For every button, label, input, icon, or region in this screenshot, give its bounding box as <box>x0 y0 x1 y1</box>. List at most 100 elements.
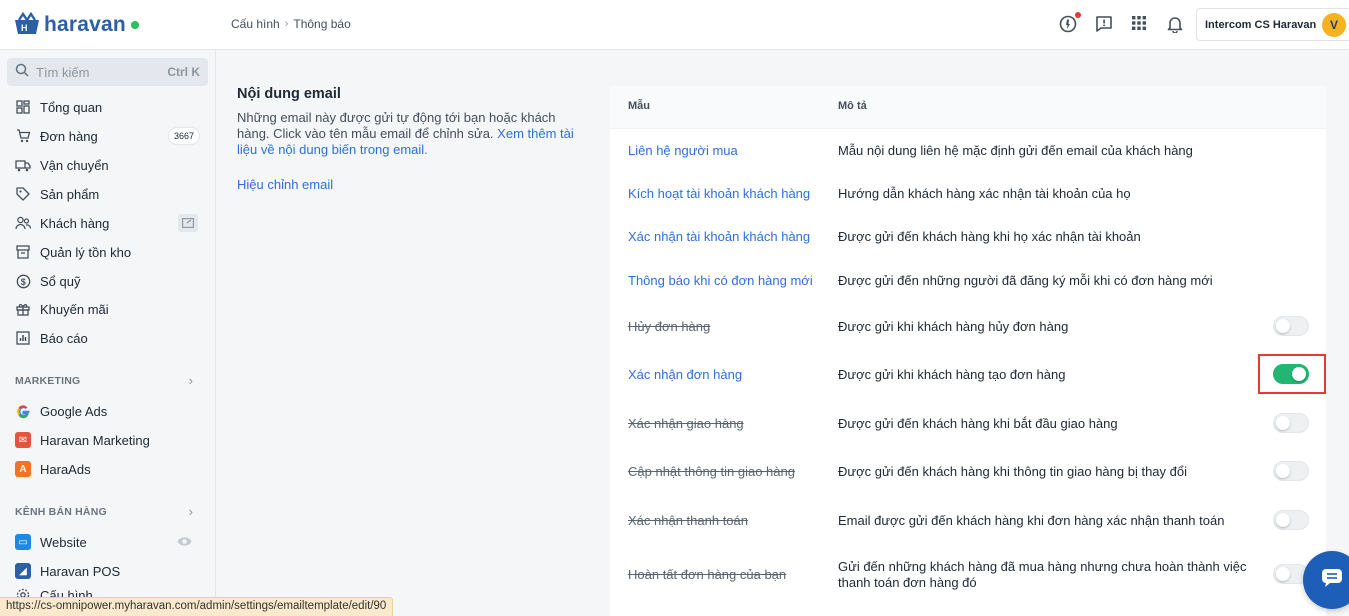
sidebar-item-cashbook[interactable]: $ Sổ quỹ <box>0 269 216 293</box>
template-link-shipping-update[interactable]: Cập nhật thông tin giao hàng <box>628 464 795 479</box>
sidebar-item-inventory[interactable]: Quản lý tồn kho <box>0 240 216 264</box>
breadcrumb: Cấu hình › Thông báo <box>231 17 351 31</box>
sidebar-item-overview[interactable]: Tổng quan <box>0 95 216 119</box>
sidebar-item-label: Vận chuyển <box>40 157 109 173</box>
sidebar-item-label: Website <box>40 534 87 550</box>
support-icon[interactable] <box>1059 12 1081 35</box>
template-link-contact-buyer[interactable]: Liên hệ người mua <box>628 143 738 158</box>
highlight-box <box>1258 354 1326 394</box>
online-status-dot <box>130 21 139 29</box>
gift-icon <box>15 301 31 317</box>
orders-count-badge: 3667 <box>167 127 200 145</box>
sidebar-item-google-ads[interactable]: Google Ads <box>0 399 216 423</box>
sidebar-item-shipping[interactable]: Vận chuyển <box>0 153 216 177</box>
template-description: Được gửi khi khách hàng tạo đơn hàng <box>838 367 1066 382</box>
chevron-right-icon[interactable]: › <box>189 373 193 388</box>
section-description: Những email này được gửi tự động tới bạn… <box>237 110 587 158</box>
sidebar-item-label: Sản phẩm <box>40 186 100 202</box>
sidebar-item-haravan-pos[interactable]: ◢ Haravan POS <box>0 559 216 583</box>
avatar: V <box>1322 13 1346 37</box>
cash-icon: $ <box>15 273 31 289</box>
table-header: Mẫu Mô tả <box>610 86 1326 129</box>
marketing-section-label: MARKETING <box>15 375 81 387</box>
sidebar-item-label: Sổ quỹ <box>40 273 81 289</box>
toggle-knob <box>1276 567 1290 581</box>
template-toggle[interactable] <box>1273 510 1309 530</box>
template-link-shipping-confirmation[interactable]: Xác nhận giao hàng <box>628 416 744 431</box>
haravan-logo[interactable]: H haravan <box>13 11 139 38</box>
sales-channels-section-label: KÊNH BÁN HÀNG <box>15 506 107 518</box>
template-link-order-confirmation[interactable]: Xác nhận đơn hàng <box>628 367 742 382</box>
template-toggle[interactable] <box>1273 316 1309 336</box>
sidebar-item-label: Tổng quan <box>40 99 103 115</box>
column-header-description: Mô tả <box>838 100 867 112</box>
sidebar-item-label: Khách hàng <box>40 215 110 231</box>
toggle-knob <box>1276 416 1290 430</box>
sidebar-item-orders[interactable]: Đơn hàng 3667 <box>0 124 216 148</box>
eye-icon[interactable] <box>177 535 192 551</box>
apps-grid-icon[interactable] <box>1131 15 1151 35</box>
template-link-abandoned-checkout[interactable]: Hoàn tất đơn hàng của bạn <box>628 567 786 582</box>
sidebar-item-customers[interactable]: Khách hàng <box>0 211 216 235</box>
search-icon <box>15 63 29 82</box>
external-window-icon[interactable] <box>178 214 198 232</box>
section-title: Nội dung email <box>237 86 341 102</box>
pos-icon: ◢ <box>15 563 31 579</box>
toggle-knob <box>1276 319 1290 333</box>
sidebar-item-haravan-marketing[interactable]: ✉ Haravan Marketing <box>0 428 216 452</box>
template-link-activate-account[interactable]: Kích hoạt tài khoản khách hàng <box>628 186 810 201</box>
breadcrumb-current: Thông báo <box>293 17 351 31</box>
template-description: Được gửi đến những người đã đăng ký mỗi … <box>838 273 1213 288</box>
sidebar-item-label: Đơn hàng <box>40 128 98 144</box>
svg-text:$: $ <box>20 277 25 287</box>
template-link-confirm-account[interactable]: Xác nhận tài khoản khách hàng <box>628 229 810 244</box>
template-link-cancel-order[interactable]: Hủy đơn hàng <box>628 319 710 334</box>
search-input[interactable]: Tìm kiếm Ctrl K <box>7 58 208 86</box>
sidebar-item-label: Báo cáo <box>40 330 88 346</box>
brand-name: haravan <box>44 13 126 36</box>
sidebar-item-website[interactable]: ▭ Website <box>0 530 216 554</box>
breadcrumb-separator: › <box>284 18 289 30</box>
search-placeholder: Tìm kiếm <box>36 64 90 80</box>
svg-text:H: H <box>21 23 28 33</box>
template-description: Được gửi đến khách hàng khi thông tin gi… <box>838 464 1187 479</box>
template-description: Được gửi khi khách hàng hủy đơn hàng <box>838 319 1069 334</box>
template-link-new-order-notice[interactable]: Thông báo khi có đơn hàng mới <box>628 273 813 288</box>
template-toggle[interactable] <box>1273 461 1309 481</box>
user-menu[interactable]: Intercom CS Haravan V <box>1196 8 1349 41</box>
chart-icon <box>15 330 31 346</box>
bell-icon[interactable] <box>1167 15 1187 35</box>
sidebar-item-label: Haravan POS <box>40 563 121 579</box>
chat-feedback-icon[interactable] <box>1095 15 1115 35</box>
chevron-right-icon[interactable]: › <box>189 504 193 519</box>
user-name: Intercom CS Haravan <box>1205 18 1317 31</box>
sidebar-item-label: Haravan Marketing <box>40 432 150 448</box>
google-icon <box>15 403 31 419</box>
breadcrumb-parent[interactable]: Cấu hình <box>231 17 280 31</box>
edit-email-link[interactable]: Hiệu chỉnh email <box>237 177 333 192</box>
template-description: Được gửi đến khách hàng khi bắt đầu giao… <box>838 416 1118 431</box>
toggle-knob <box>1276 513 1290 527</box>
sidebar-item-label: HaraAds <box>40 461 91 477</box>
sidebar: Tìm kiếm Ctrl K Tổng quan Đơn hàng 3667 … <box>0 50 216 616</box>
column-header-template: Mẫu <box>628 100 650 112</box>
sidebar-item-reports[interactable]: Báo cáo <box>0 326 216 350</box>
toggle-knob <box>1276 464 1290 478</box>
template-description: Được gửi đến khách hàng khi họ xác nhận … <box>838 229 1141 244</box>
sidebar-item-promotions[interactable]: Khuyến mãi <box>0 297 216 321</box>
sidebar-item-haraads[interactable]: A HaraAds <box>0 457 216 481</box>
template-toggle[interactable] <box>1273 413 1309 433</box>
users-icon <box>15 215 31 231</box>
haraads-icon: A <box>15 461 31 477</box>
notification-dot <box>1075 12 1081 18</box>
top-bar: H haravan Cấu hình › Thông báo Intercom … <box>0 0 1349 50</box>
dashboard-icon <box>15 99 31 115</box>
chat-icon <box>1321 568 1343 593</box>
email-templates-table: Mẫu Mô tả Liên hệ người mua Mẫu nội dung… <box>610 86 1326 616</box>
sidebar-item-products[interactable]: Sản phẩm <box>0 182 216 206</box>
inventory-icon <box>15 244 31 260</box>
template-link-payment-confirmation[interactable]: Xác nhận thanh toán <box>628 513 748 528</box>
cart-icon <box>15 128 31 144</box>
template-description: Email được gửi đến khách hàng khi đơn hà… <box>838 513 1225 528</box>
template-description: Mẫu nội dung liên hệ mặc định gửi đến em… <box>838 143 1193 158</box>
